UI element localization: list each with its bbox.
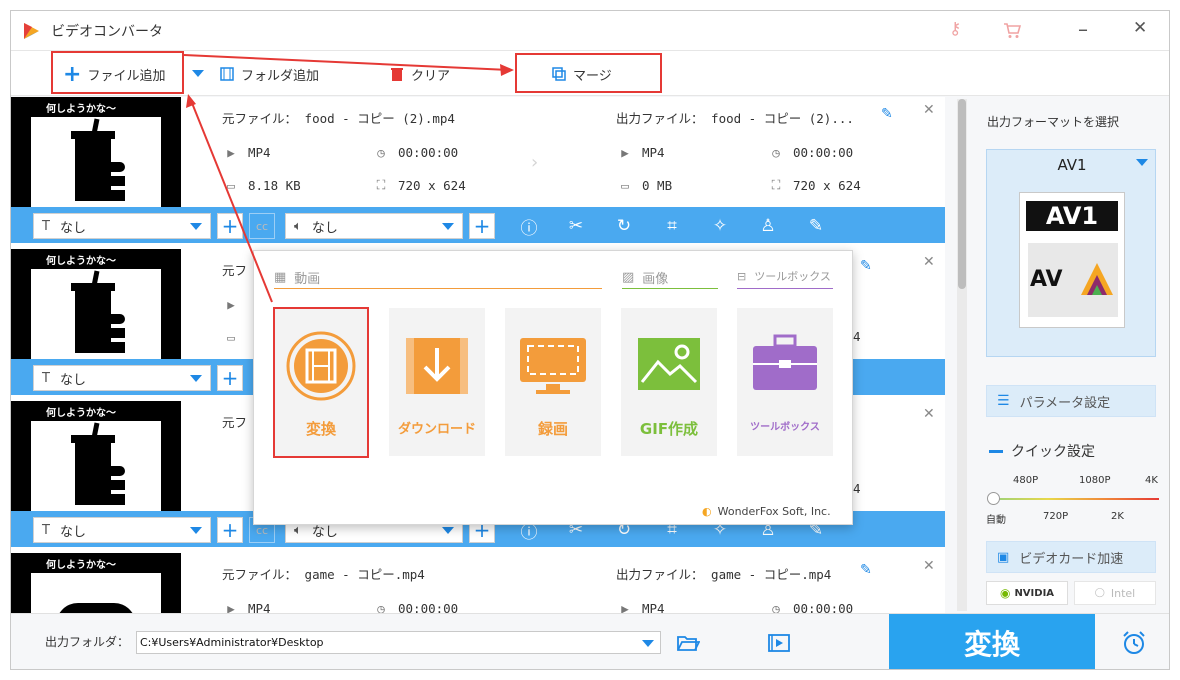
- annotation-arrows: [183, 54, 514, 303]
